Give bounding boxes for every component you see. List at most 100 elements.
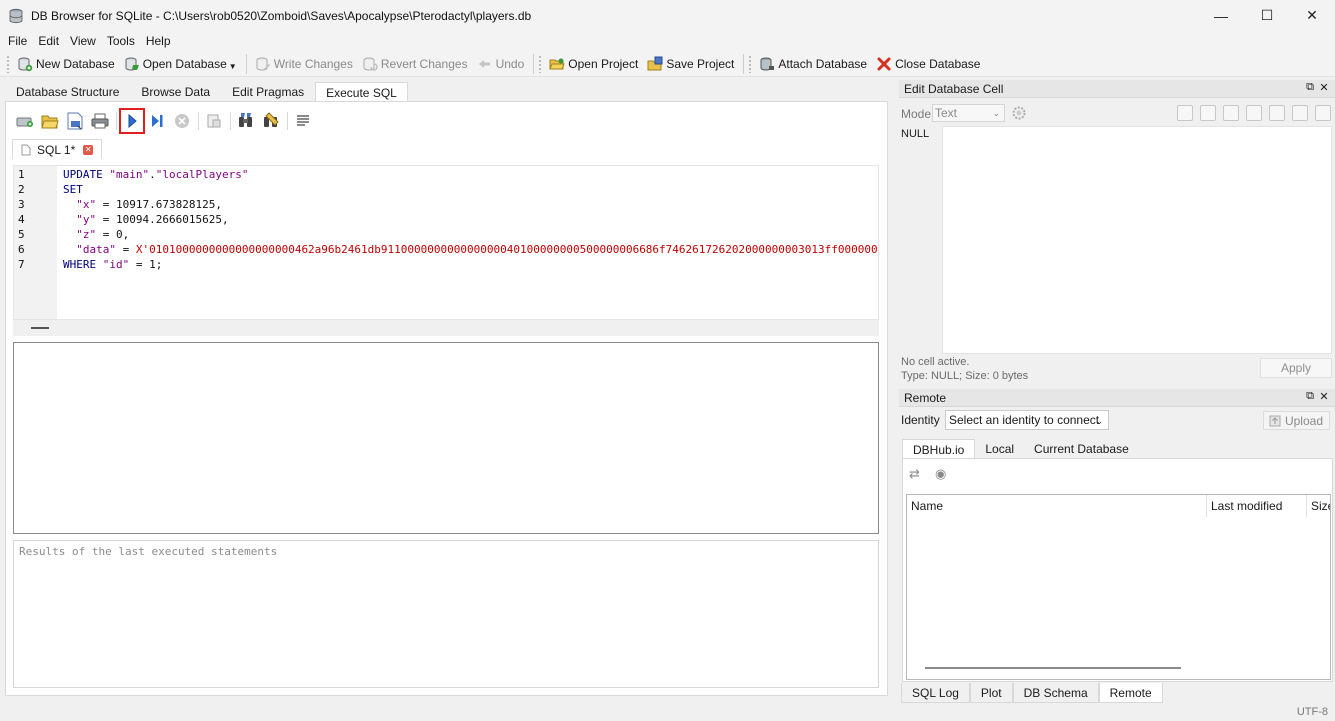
line-number: 5 [18, 228, 25, 241]
results-grid[interactable] [13, 342, 879, 534]
auto-format-icon[interactable] [1200, 105, 1216, 121]
remote-database-table[interactable]: Name Last modified Size [906, 494, 1331, 680]
open-project-button[interactable]: Open Project [545, 53, 643, 75]
undo-button[interactable]: Undo [473, 53, 530, 75]
column-header-last-modified[interactable]: Last modified [1207, 495, 1307, 517]
write-changes-icon [256, 57, 270, 71]
execute-current-line-button[interactable] [145, 109, 169, 133]
export-file-icon[interactable] [1246, 105, 1262, 121]
toolbar-grip[interactable] [538, 54, 543, 73]
open-database-icon [125, 57, 139, 71]
results-message-area[interactable]: Results of the last executed statements [13, 540, 879, 688]
tab-database-structure[interactable]: Database Structure [5, 82, 130, 102]
tab-local[interactable]: Local [975, 439, 1024, 459]
menu-file[interactable]: File [3, 34, 32, 48]
comment-toggle-button[interactable] [291, 109, 315, 133]
tab-db-schema[interactable]: DB Schema [1012, 683, 1099, 703]
editor-splitter[interactable] [13, 320, 879, 336]
revert-changes-button[interactable]: Revert Changes [358, 53, 473, 75]
menu-view[interactable]: View [65, 34, 101, 48]
attach-database-button[interactable]: Attach Database [755, 53, 872, 75]
open-database-button[interactable]: Open Database ▼ [120, 53, 242, 75]
gear-icon[interactable] [1011, 105, 1027, 121]
code-token: "main" [109, 168, 150, 181]
horizontal-scrollbar[interactable] [925, 667, 1181, 669]
menu-tools[interactable]: Tools [102, 34, 140, 48]
apply-button[interactable]: Apply [1260, 358, 1332, 378]
save-results-button[interactable] [202, 109, 226, 133]
execute-all-button[interactable] [119, 108, 145, 134]
close-database-button[interactable]: Close Database [872, 53, 985, 75]
menu-edit[interactable]: Edit [33, 34, 64, 48]
tab-edit-pragmas[interactable]: Edit Pragmas [221, 82, 315, 102]
dropdown-arrow-icon[interactable]: ▼ [229, 62, 237, 71]
close-dock-icon[interactable]: ✕ [1317, 390, 1331, 403]
identity-select[interactable]: Select an identity to connect ⌄ [945, 410, 1109, 430]
upload-button[interactable]: Upload [1262, 411, 1330, 430]
float-dock-icon[interactable]: ⧉ [1303, 390, 1317, 403]
remote-dock-header: Remote ⧉ ✕ [899, 389, 1335, 407]
word-wrap-icon[interactable] [1177, 105, 1193, 121]
toolbar-separator [287, 112, 288, 130]
menu-help[interactable]: Help [141, 34, 176, 48]
open-sql-file-button[interactable] [38, 109, 62, 133]
print-cell-icon[interactable] [1315, 105, 1331, 121]
line-number: 6 [18, 243, 25, 256]
close-window-button[interactable]: ✕ [1289, 0, 1335, 31]
splitter-handle[interactable] [31, 327, 49, 329]
sql-editor[interactable]: 1 UPDATE "main"."localPlayers" 2 SET 3 "x" =… [13, 165, 879, 320]
code-token: = 10917.673828125, [96, 198, 222, 211]
clone-database-icon[interactable]: ◉ [935, 466, 951, 482]
refresh-icon[interactable]: ⇄ [909, 466, 925, 482]
save-project-button[interactable]: Save Project [643, 53, 739, 75]
tab-dbhub[interactable]: DBHub.io [902, 439, 976, 459]
new-database-button[interactable]: New Database [13, 53, 120, 75]
edit-cell-title: Edit Database Cell [904, 81, 1004, 96]
revert-changes-icon [363, 57, 378, 71]
tab-current-database[interactable]: Current Database [1024, 439, 1139, 459]
tab-sql-log[interactable]: SQL Log [901, 683, 970, 703]
tab-browse-data[interactable]: Browse Data [130, 82, 221, 102]
code-line: UPDATE "main"."localPlayers" [63, 167, 248, 182]
dbhub-toolbar: ⇄ ◉ [909, 466, 961, 482]
results-placeholder: Results of the last executed statements [19, 545, 278, 558]
maximize-button[interactable]: ☐ [1244, 0, 1290, 31]
mode-select[interactable]: Text ⌄ [932, 104, 1005, 122]
close-database-icon [877, 57, 891, 70]
close-dock-icon[interactable]: ✕ [1317, 81, 1331, 94]
open-external-icon[interactable] [1292, 105, 1308, 121]
set-null-icon[interactable] [1269, 105, 1285, 121]
tab-plot[interactable]: Plot [969, 683, 1013, 703]
sql-file-icon [21, 144, 31, 155]
play-icon [128, 113, 137, 129]
column-header-size[interactable]: Size [1307, 495, 1330, 517]
code-token: "localPlayers" [155, 168, 249, 181]
cell-status: No cell active. [901, 356, 970, 368]
chevron-down-icon: ⌄ [1095, 416, 1103, 426]
open-project-icon [549, 58, 566, 69]
column-header-name[interactable]: Name [907, 495, 1207, 517]
sql-editor-tab[interactable]: SQL 1* ✕ [12, 139, 103, 159]
close-tab-icon[interactable]: ✕ [83, 144, 94, 155]
identity-label: Identity [901, 413, 940, 427]
write-changes-button[interactable]: Write Changes [251, 53, 358, 75]
minimize-button[interactable]: — [1198, 0, 1244, 31]
toolbar-grip[interactable] [6, 54, 10, 73]
stop-execution-button[interactable] [170, 109, 194, 133]
cell-editor[interactable] [942, 126, 1332, 354]
import-file-icon[interactable] [1223, 105, 1239, 121]
upload-icon [1269, 415, 1281, 426]
toolbar-separator [198, 112, 199, 130]
find-text-button[interactable] [234, 109, 258, 133]
save-file-icon [67, 112, 83, 130]
open-tab-button[interactable] [13, 109, 37, 133]
float-dock-icon[interactable]: ⧉ [1303, 81, 1317, 94]
print-button[interactable] [88, 109, 112, 133]
tab-remote[interactable]: Remote [1098, 683, 1163, 703]
toolbar-grip[interactable] [748, 54, 753, 73]
tab-execute-sql[interactable]: Execute SQL [315, 82, 408, 102]
save-sql-file-button[interactable] [63, 109, 87, 133]
line-number: 2 [18, 183, 25, 196]
find-replace-button[interactable] [259, 109, 283, 133]
